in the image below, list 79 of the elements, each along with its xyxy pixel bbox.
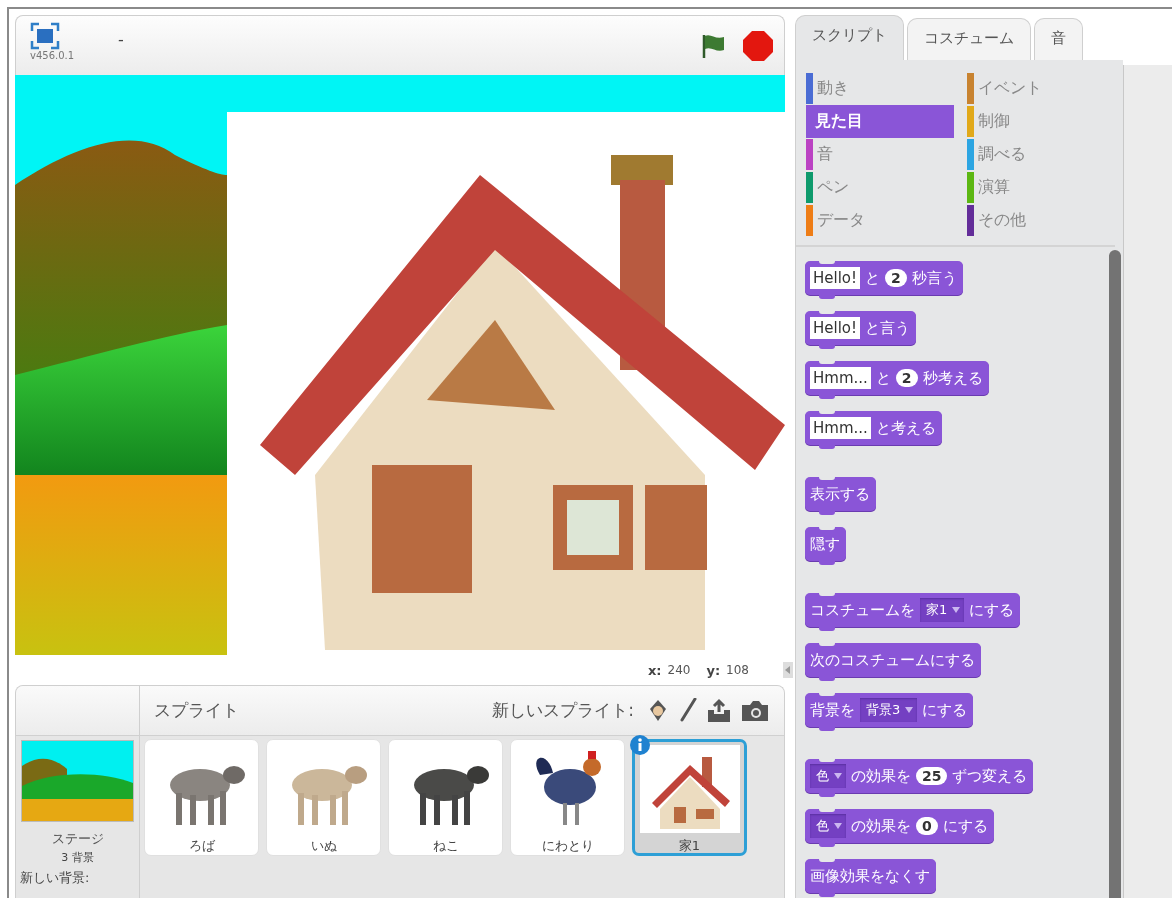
category-label: データ — [817, 210, 865, 231]
tab[interactable]: スクリプト — [795, 15, 904, 60]
tab[interactable]: 音 — [1034, 18, 1083, 60]
sprite-name: にわとり — [541, 837, 594, 855]
caret-icon — [905, 707, 914, 713]
dropdown[interactable]: 色 — [810, 814, 846, 838]
category-label: ペン — [817, 177, 849, 198]
sprite-tile[interactable]: ろば — [144, 739, 259, 856]
block-label: 表示する — [810, 484, 870, 504]
new-sprite-label: 新しいスプライト: — [492, 699, 634, 722]
new-backdrop-label: 新しい背景: — [20, 869, 90, 887]
block-label: 画像効果をなくす — [810, 866, 930, 886]
text-input[interactable]: Hello! — [810, 267, 861, 289]
block-label: 背景を — [810, 700, 855, 720]
block-label: 秒考える — [922, 368, 983, 388]
block-label: と言う — [865, 318, 911, 338]
version-label: v456.0.1 — [30, 50, 75, 61]
category-label: イベント — [978, 78, 1042, 99]
category-label: 動き — [817, 78, 849, 99]
block-label: と — [865, 268, 881, 288]
sprite-tile[interactable]: いぬ — [266, 739, 381, 856]
block-label: コスチュームを — [810, 600, 915, 620]
category-label: 演算 — [978, 177, 1010, 198]
sprite-name: 家1 — [678, 837, 701, 855]
number-input[interactable]: 0 — [916, 817, 938, 835]
tab[interactable]: コスチューム — [907, 18, 1031, 60]
paintbrush-icon[interactable] — [678, 697, 698, 724]
panel-title: スプライト — [154, 699, 240, 722]
dropdown-value: 家1 — [926, 601, 948, 619]
block-label: にする — [922, 700, 968, 720]
category-label: その他 — [978, 210, 1026, 231]
coordinate-label: x: — [647, 662, 662, 678]
sprite-tile[interactable]: にわとり — [510, 739, 625, 856]
text-input[interactable]: Hello! — [810, 317, 861, 339]
stop-icon[interactable] — [742, 30, 774, 62]
block-label: と — [875, 368, 891, 388]
dropdown[interactable]: 色 — [810, 764, 846, 788]
info-icon[interactable] — [629, 734, 651, 756]
sprite-name: いぬ — [310, 837, 337, 855]
text-input[interactable]: Hmm... — [810, 367, 871, 389]
category-label: 調べる — [978, 144, 1026, 165]
backdrop-count: 3 背景 — [61, 850, 94, 865]
number-input[interactable]: 2 — [885, 269, 907, 287]
project-title: - — [118, 30, 125, 49]
category-item[interactable]: 見た目 — [806, 105, 954, 138]
number-input[interactable]: 25 — [916, 767, 948, 785]
block-label: と考える — [875, 418, 936, 438]
caret-icon — [834, 823, 842, 829]
block-label: 秒言う — [911, 268, 957, 288]
sprite-name: ねこ — [432, 837, 459, 855]
dropdown-value: 色 — [816, 767, 829, 785]
fullscreen-icon[interactable] — [30, 22, 60, 50]
coordinate-value: 240 — [667, 663, 691, 677]
caret-icon — [952, 607, 961, 613]
sprite-tile[interactable]: ねこ — [388, 739, 503, 856]
dropdown[interactable]: 家1 — [920, 598, 965, 622]
category-label: 見た目 — [815, 111, 863, 132]
number-input[interactable]: 2 — [895, 369, 918, 387]
text-input[interactable]: Hmm... — [810, 417, 871, 439]
sprite-name: ろば — [188, 837, 215, 855]
block-label: ずつ変える — [952, 766, 1028, 786]
stage-name: ステージ — [51, 830, 104, 848]
block-label: にする — [942, 816, 988, 836]
dropdown-value: 背景3 — [866, 701, 901, 719]
block-label: にする — [969, 600, 1015, 620]
scrollbar[interactable] — [1109, 250, 1121, 898]
coordinate-label: y: — [706, 662, 721, 678]
category-label: 制御 — [978, 111, 1010, 132]
caret-icon — [834, 773, 842, 779]
block-label: の効果を — [851, 766, 911, 786]
category-label: 音 — [817, 144, 833, 165]
block-label: の効果を — [851, 816, 911, 836]
block-label: 隠す — [810, 534, 840, 554]
dropdown[interactable]: 背景3 — [860, 698, 918, 722]
dropdown-value: 色 — [816, 817, 829, 835]
upload-icon[interactable] — [706, 697, 732, 724]
block-label: 次のコスチュームにする — [810, 650, 975, 670]
coordinate-value: 108 — [726, 663, 749, 677]
camera-icon[interactable] — [740, 698, 770, 723]
